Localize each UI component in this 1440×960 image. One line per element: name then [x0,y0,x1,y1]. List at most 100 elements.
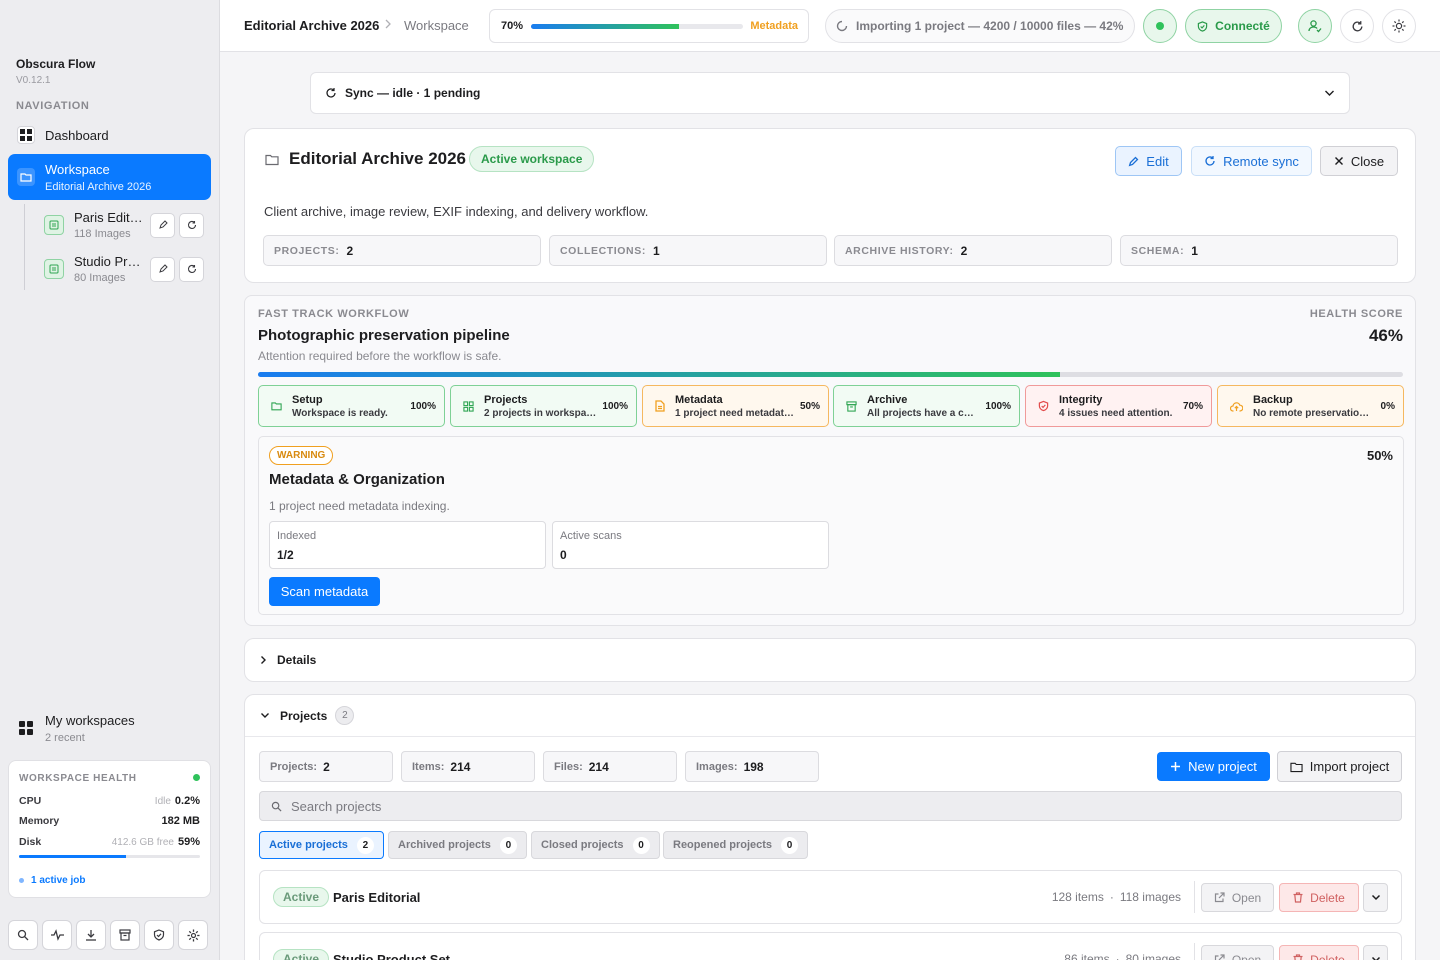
status-badge: Active workspace [469,146,595,172]
step-detail-panel: WARNING 50% Metadata & Organization 1 pr… [258,436,1404,615]
sidebar-project-item[interactable]: Studio Product Set 80 Images [44,251,212,287]
detail-box-value: 1/2 [277,548,294,562]
projects-toggle[interactable]: Projects 2 [245,695,1415,737]
live-status-button[interactable] [1143,9,1177,43]
external-link-icon [1214,892,1225,903]
grid-icon [463,400,474,412]
scan-metadata-button[interactable]: Scan metadata [269,577,380,606]
search-button[interactable] [8,920,38,950]
tab-count: 0 [632,836,650,854]
project-items: 86 items [1064,952,1110,960]
delete-button[interactable]: Delete [1279,883,1359,912]
search-input[interactable] [291,798,1291,814]
new-project-label: New project [1188,759,1257,774]
table-row[interactable]: Active Paris Editorial 128 items · 118 ima… [259,870,1402,924]
workspace-description: Client archive, image review, EXIF index… [264,204,649,219]
tab-archived-projects[interactable]: Archived projects 0 [388,831,527,859]
new-project-button[interactable]: New project [1157,752,1270,781]
stat-label: PROJECTS: [274,244,340,257]
activity-button[interactable] [42,920,72,950]
disk-value: 59% [177,836,200,848]
active-job-link[interactable]: 1 active job [19,875,85,886]
meta-separator: · [1115,952,1120,960]
shield-icon [1038,400,1049,412]
breadcrumb-workspace[interactable]: Editorial Archive 2026 [244,18,380,33]
job-dot [19,878,24,883]
projects-label: Projects [280,708,328,723]
search-field[interactable] [259,791,1402,821]
close-button[interactable]: Close [1320,146,1398,176]
sidebar-project-item[interactable]: Paris Editorial 118 Images [44,207,212,243]
sync-status-text: Sync — idle · 1 pending [345,86,481,100]
folder-icon [17,168,35,186]
settings-button[interactable] [178,920,208,950]
sidebar-item-workspace[interactable]: Workspace Editorial Archive 2026 [8,154,211,200]
details-toggle[interactable]: Details [244,638,1416,682]
delete-button[interactable]: Delete [1279,945,1359,960]
tab-reopened-projects[interactable]: Reopened projects 0 [663,831,809,859]
step-archive[interactable]: ArchiveAll projects have a current archi… [833,385,1020,427]
step-backup[interactable]: BackupNo remote preservation configured.… [1217,385,1404,427]
sync-project-button[interactable] [179,256,204,282]
import-status[interactable]: Importing 1 project — 4200 / 10000 files… [825,9,1135,43]
tree-line [24,204,25,290]
tab-count: 0 [781,836,799,854]
table-row[interactable]: Active Studio Product Set 86 items · 80 im… [259,932,1402,960]
refresh-icon [187,264,196,273]
user-button[interactable] [1298,9,1332,43]
divider [1194,943,1195,960]
step-percent: 70% [1182,400,1203,412]
open-button[interactable]: Open [1201,883,1274,912]
tab-closed-projects[interactable]: Closed projects 0 [531,831,660,859]
progress-track [531,24,743,29]
fast-track-label: FAST TRACK WORKFLOW [258,308,410,320]
sync-project-button[interactable] [179,212,204,238]
integrity-button[interactable] [144,920,174,950]
memory-value: 182 MB [161,815,200,827]
tab-active-projects[interactable]: Active projects 2 [259,831,384,859]
theme-button[interactable] [1382,9,1416,43]
detail-box-indexed: Indexed 1/2 [269,521,546,569]
divider [1194,881,1195,913]
spinner-icon [836,20,848,32]
archive-button[interactable] [110,920,140,950]
step-desc: 4 issues need attention. [1059,407,1173,419]
stat-value: 214 [588,759,609,774]
import-project-button[interactable]: Import project [1277,751,1402,782]
sun-icon [1392,19,1406,33]
remote-sync-button[interactable]: Remote sync [1191,146,1312,176]
more-options-button[interactable] [1363,945,1388,960]
refresh-button[interactable] [1340,9,1374,43]
breadcrumb-current[interactable]: Workspace [404,18,474,33]
edit-button[interactable]: Edit [1115,146,1182,176]
disk-usage-bar [19,855,200,858]
step-name: Backup [1253,393,1293,406]
step-name: Metadata [675,393,723,406]
more-options-button[interactable] [1363,883,1388,912]
open-button[interactable]: Open [1201,945,1274,960]
stat-value: 1 [1191,243,1198,258]
step-setup[interactable]: Setup Workspace is ready. 100% [258,385,445,427]
project-icon [44,259,64,279]
workflow-progress[interactable]: 70% Metadata [489,9,809,43]
connection-status[interactable]: Connecté [1185,9,1282,43]
sidebar-item-label: Workspace [45,161,110,177]
sidebar-item-my-workspaces[interactable]: My workspaces 2 recent [8,708,211,748]
edit-project-button[interactable] [150,256,175,282]
step-metadata[interactable]: Metadata1 project need metadata indexing… [642,385,829,427]
step-integrity[interactable]: Integrity 4 issues need attention. 70% [1025,385,1212,427]
step-percent: 50% [799,400,820,412]
progress-stage-label: Metadata [750,20,798,32]
cpu-label: CPU [19,795,42,807]
sidebar-item-dashboard[interactable]: Dashboard [8,121,211,149]
cloud-upload-icon [1230,401,1243,412]
step-projects[interactable]: Projects 2 projects in workspace. 100% [450,385,637,427]
topbar: Editorial Archive 2026 Workspace 70% Met… [220,0,1440,52]
sync-icon [325,87,337,99]
sync-panel-toggle[interactable]: Sync — idle · 1 pending [310,72,1350,114]
document-icon [655,400,665,412]
close-label: Close [1350,153,1385,169]
edit-project-button[interactable] [150,212,175,238]
detail-box-active-scans: Active scans 0 [552,521,829,569]
download-button[interactable] [76,920,106,950]
